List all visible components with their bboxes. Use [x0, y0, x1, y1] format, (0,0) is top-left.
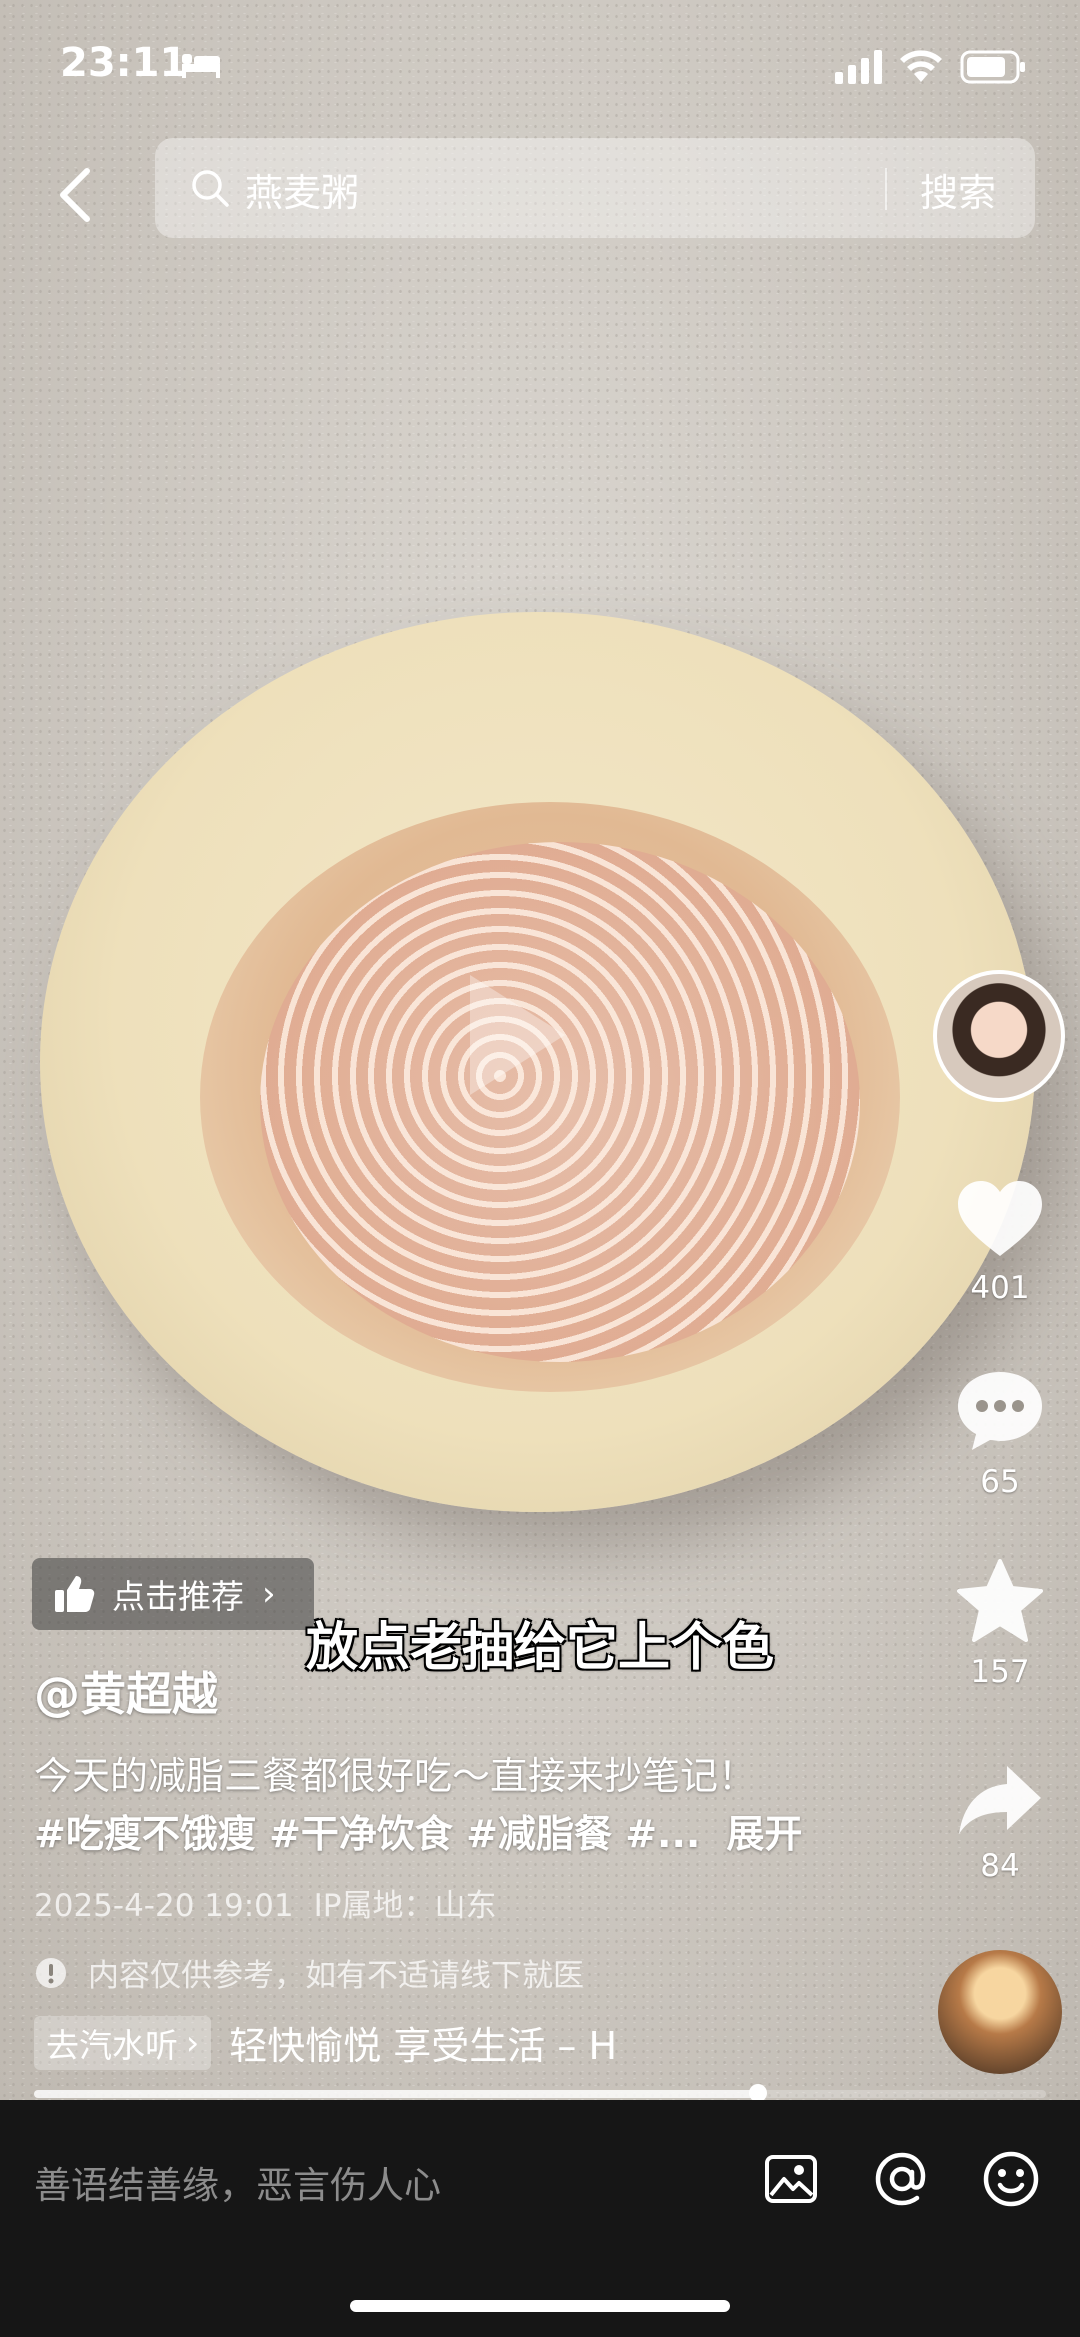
music-title: 轻快愉悦 享受生活 – H: [229, 2024, 618, 2068]
disclaimer-text: 内容仅供参考，如有不适请线下就医: [88, 1958, 584, 1994]
like-count: 401: [970, 1270, 1030, 1306]
back-button[interactable]: [40, 160, 110, 230]
comment-count: 65: [980, 1464, 1020, 1500]
music-tag-label: 去汽水听: [46, 2025, 178, 2065]
hashtags[interactable]: #吃瘦不饿瘦 #干净饮食 #减脂餐 #...: [34, 1812, 700, 1856]
music-disc[interactable]: [938, 1950, 1062, 2074]
search-divider: [885, 168, 887, 210]
comment-button[interactable]: 65: [940, 1368, 1060, 1500]
search-icon: [192, 170, 229, 207]
like-button[interactable]: 401: [940, 1178, 1060, 1306]
disclaimer: 内容仅供参考，如有不适请线下就医: [34, 1950, 584, 1995]
noodles-image: [260, 842, 860, 1362]
heart-icon: [958, 1181, 1042, 1256]
ip-location: IP属地：山东: [313, 1888, 497, 1924]
emoji-icon[interactable]: [982, 2150, 1040, 2208]
search-bar[interactable]: 燕麦粥 搜索: [155, 138, 1035, 238]
signal-icon: [835, 50, 882, 84]
post-meta: 2025-4-20 19:01 IP属地：山东: [34, 1880, 496, 1925]
description-hashtags: #吃瘦不饿瘦 #干净饮食 #减脂餐 #... 展开: [34, 1803, 802, 1858]
author-avatar[interactable]: [933, 970, 1065, 1102]
search-button[interactable]: 搜索: [920, 162, 996, 217]
share-arrow-icon: [959, 1766, 1041, 1834]
status-time: 23:11: [60, 40, 188, 86]
chevron-left-icon: [60, 168, 90, 222]
share-count: 84: [980, 1848, 1020, 1884]
search-input[interactable]: 燕麦粥: [245, 162, 359, 217]
progress-fill: [34, 2090, 758, 2098]
share-button[interactable]: 84: [940, 1762, 1060, 1884]
sleep-mode-icon: [182, 54, 220, 78]
battery-icon: [960, 50, 1025, 84]
info-icon: [36, 1957, 66, 1988]
description-line1: 今天的减脂三餐都很好吃～直接来抄笔记！: [34, 1754, 757, 1798]
mention-icon[interactable]: [873, 2150, 931, 2208]
home-indicator[interactable]: [350, 2300, 730, 2312]
comment-input[interactable]: 善语结善缘，恶言伤人心: [34, 2155, 441, 2209]
music-row[interactable]: 去汽水听 › 轻快愉悦 享受生活 – H: [34, 2015, 669, 2070]
post-date: 2025-4-20 19:01: [34, 1888, 294, 1924]
image-icon[interactable]: [762, 2150, 820, 2208]
wifi-icon: [900, 50, 942, 82]
chevron-right-icon: ›: [186, 2023, 200, 2062]
open-music-app-button[interactable]: 去汽水听 ›: [34, 2015, 212, 2070]
video-progress-bar[interactable]: [34, 2084, 1046, 2102]
comment-icon: [958, 1372, 1042, 1450]
play-icon[interactable]: [470, 975, 565, 1095]
author-name[interactable]: @黄超越: [34, 1658, 218, 1724]
status-bar: 23:11: [0, 0, 1080, 130]
expand-button[interactable]: 展开: [726, 1812, 802, 1856]
